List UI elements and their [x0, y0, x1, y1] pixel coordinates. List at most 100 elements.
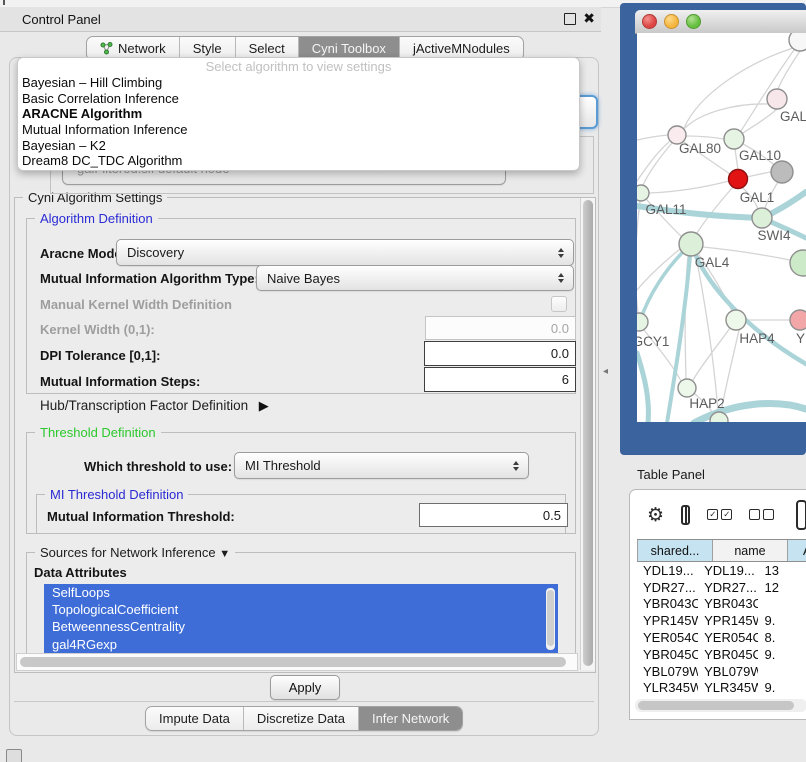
table-cell: YLR345W	[637, 680, 698, 695]
network-edge[interactable]	[637, 135, 668, 140]
control-panel-titlebar: Control Panel ✖	[0, 7, 601, 32]
network-canvas[interactable]: GAL2GAL80GAL10GAL1GAL11SWI4GAL4HAP4YGCY1…	[637, 33, 806, 422]
table-row[interactable]: YPR145WYPR145W9.	[637, 612, 806, 629]
mi-threshold-field[interactable]: 0.5	[419, 503, 568, 527]
network-view[interactable]: GAL2GAL80GAL10GAL1GAL11SWI4GAL4HAP4YGCY1…	[637, 33, 806, 422]
table-row[interactable]: YDL19...YDL19...13	[637, 562, 806, 579]
network-edge[interactable]	[735, 149, 738, 170]
node-label: GAL1	[740, 190, 775, 205]
network-node[interactable]	[637, 185, 649, 201]
deselect-all-icon[interactable]	[749, 509, 774, 520]
network-node[interactable]	[726, 310, 746, 330]
network-node[interactable]	[790, 250, 806, 276]
mi-algorithm-type-label: Mutual Information Algorithm Type:	[40, 271, 259, 286]
network-edge[interactable]	[649, 181, 729, 193]
network-edge[interactable]	[747, 172, 771, 177]
apply-button[interactable]: Apply	[270, 675, 340, 700]
mi-steps-field[interactable]: 6	[424, 367, 576, 392]
network-node[interactable]	[679, 232, 703, 256]
close-traffic-light-icon[interactable]	[642, 14, 657, 29]
network-edge[interactable]	[643, 143, 672, 185]
column-header-name[interactable]: name	[713, 540, 788, 561]
tab-infer-network[interactable]: Infer Network	[359, 707, 462, 730]
spinner-arrows-icon	[558, 273, 564, 283]
network-edge[interactable]	[686, 136, 724, 139]
table-row[interactable]: YBR045CYBR045C9.	[637, 646, 806, 663]
algorithm-option[interactable]: ARACNE Algorithm	[18, 106, 579, 122]
data-attributes-list[interactable]: SelfLoopsTopologicalCoefficientBetweenne…	[44, 584, 558, 656]
minimize-traffic-light-icon[interactable]	[664, 14, 679, 29]
table-row[interactable]: YDR27...YDR27...12	[637, 579, 806, 596]
columns-icon[interactable]	[681, 505, 690, 525]
network-edge[interactable]	[637, 201, 640, 313]
tab-impute-data[interactable]: Impute Data	[146, 707, 244, 730]
table-row[interactable]: YLR345WYLR345W9.	[637, 680, 806, 697]
tab-discretize-data[interactable]: Discretize Data	[244, 707, 359, 730]
table-body: YDL19...YDL19...13YDR27...YDR27...12YBR0…	[637, 562, 806, 699]
data-attribute-item[interactable]: SelfLoops	[44, 584, 558, 601]
settings-horizontal-scrollbar[interactable]	[16, 653, 578, 671]
algorithm-option[interactable]: Bayesian – Hill Climbing	[18, 75, 579, 91]
app-root: Control Panel ✖ Network Style Select Cyn…	[0, 0, 806, 762]
table-row[interactable]: YBL079WYBL079W	[637, 663, 806, 680]
column-header-clipped[interactable]: A	[788, 540, 806, 561]
hub-tf-definition-expander[interactable]: Hub/Transcription Factor Definition ▶	[40, 398, 269, 414]
network-node[interactable]	[767, 89, 787, 109]
node-label: SWI4	[757, 228, 790, 243]
data-attributes-scrollbar[interactable]	[546, 588, 555, 650]
algorithm-option[interactable]: Basic Correlation Inference	[18, 91, 579, 107]
network-node[interactable]	[752, 208, 772, 228]
dock-grip-icon[interactable]	[6, 749, 22, 762]
network-node[interactable]	[637, 313, 648, 331]
zoom-traffic-light-icon[interactable]	[686, 14, 701, 29]
network-edge[interactable]	[637, 353, 648, 422]
gear-icon[interactable]: ⚙	[647, 504, 664, 526]
settings-vertical-scrollbar[interactable]	[580, 198, 595, 670]
table-cell: YDL19...	[698, 563, 758, 578]
table-panel: ⚙ ✓✓ shared... name A YDL19...YDL19...13…	[629, 489, 806, 720]
close-icon[interactable]: ✖	[583, 10, 595, 27]
network-edge[interactable]	[693, 328, 730, 380]
table-cell: YLR345W	[698, 680, 758, 695]
float-window-icon[interactable]	[564, 13, 576, 25]
select-all-icon[interactable]: ✓✓	[707, 509, 732, 520]
table-cell: 9.	[758, 613, 806, 628]
table-horizontal-scrollbar[interactable]	[635, 699, 806, 712]
network-node[interactable]	[771, 161, 793, 183]
sources-group-title[interactable]: Sources for Network Inference ▼	[35, 545, 235, 560]
aracne-mode-combobox[interactable]: Discovery	[116, 239, 574, 266]
network-edge[interactable]	[743, 109, 777, 133]
network-edge[interactable]	[684, 48, 793, 128]
manual-kernel-width-checkbox[interactable]	[551, 296, 567, 312]
network-edge[interactable]	[697, 187, 733, 233]
data-attribute-item[interactable]: BetweennessCentrality	[44, 618, 558, 635]
algorithm-option[interactable]: Bayesian – K2	[18, 138, 579, 154]
table-cell: YBL079W	[637, 664, 698, 679]
splitter-collapse-icon[interactable]: ◂	[603, 366, 608, 377]
algorithm-option[interactable]: Dream8 DC_TDC Algorithm	[18, 153, 579, 169]
table-cell: YBR045C	[637, 647, 698, 662]
network-node[interactable]	[724, 129, 744, 149]
table-panel-title: Table Panel	[637, 467, 705, 482]
table-row[interactable]: YBR043CYBR043C	[637, 596, 806, 613]
mi-algorithm-type-combobox[interactable]: Naive Bayes	[256, 265, 574, 291]
network-window-titlebar[interactable]	[635, 10, 806, 34]
network-node[interactable]	[678, 379, 696, 397]
table-row[interactable]: YER054CYER054C8.	[637, 629, 806, 646]
algorithm-definition-title: Algorithm Definition	[35, 211, 158, 226]
dpi-tolerance-field[interactable]: 0.0	[424, 341, 576, 366]
network-node[interactable]	[729, 170, 748, 189]
algorithm-option[interactable]: Mutual Information Inference	[18, 122, 579, 138]
data-attribute-item[interactable]: gal4RGexp	[44, 636, 558, 653]
kernel-width-field[interactable]: 0.0	[425, 316, 576, 340]
network-edge[interactable]	[637, 142, 669, 181]
node-label: HAP2	[689, 396, 724, 411]
table-cell: YDR27...	[698, 580, 758, 595]
dpi-tolerance-value: 0.0	[551, 346, 569, 361]
which-threshold-combobox[interactable]: MI Threshold	[234, 452, 529, 479]
data-attribute-item[interactable]: TopologicalCoefficient	[44, 601, 558, 618]
table-cell: YBR043C	[637, 596, 698, 611]
function-builder-icon[interactable]	[796, 500, 806, 530]
column-header-shared-name[interactable]: shared...	[637, 540, 713, 561]
network-node[interactable]	[790, 310, 806, 330]
